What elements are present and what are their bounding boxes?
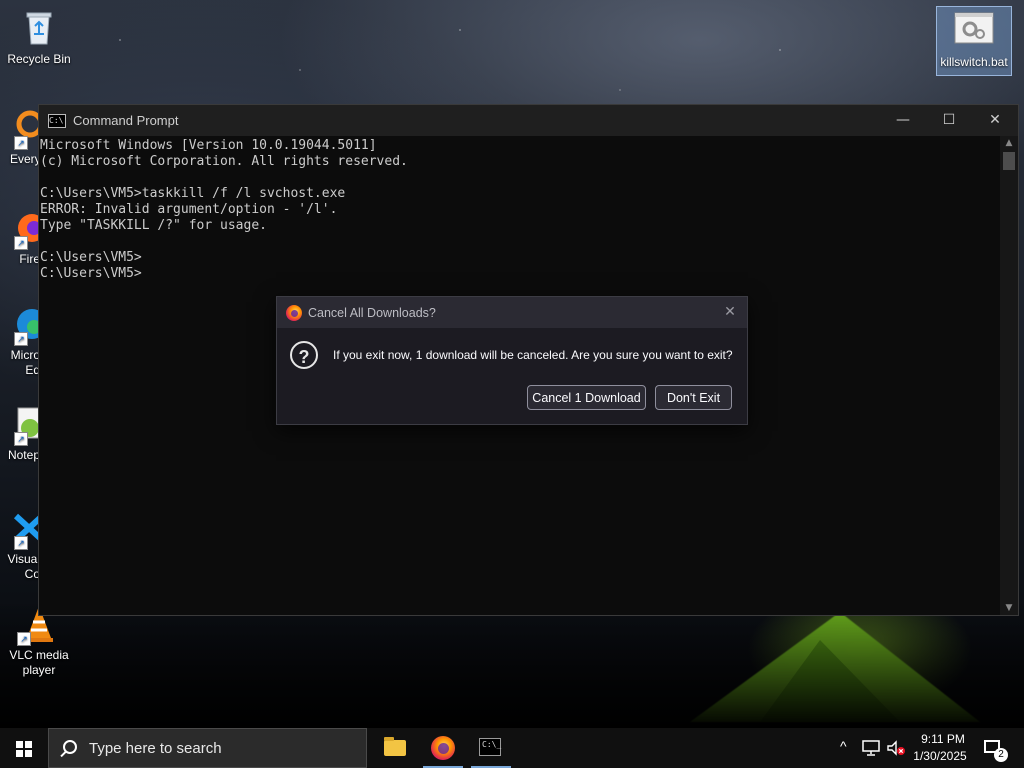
console-line: C:\Users\VM5>: [40, 250, 142, 265]
console-line: ERROR: Invalid argument/option - '/l'.: [40, 202, 338, 217]
scrollbar-thumb[interactable]: [1003, 152, 1015, 170]
cmd-icon: C:\_: [479, 738, 501, 756]
taskbar: Type here to search C:\_ ^ 9:11 PM 1/30/…: [0, 728, 1024, 768]
desktop-icon-killswitch-bat[interactable]: killswitch.bat: [936, 6, 1012, 76]
console-line: C:\Users\VM5>: [40, 266, 142, 281]
shortcut-arrow-icon: ↗: [14, 136, 28, 150]
dialog-close-button[interactable]: ✕: [721, 303, 739, 321]
desktop-icon-vscode[interactable]: ↗ Visual Co: [0, 508, 40, 582]
taskbar-file-explorer[interactable]: [371, 728, 419, 768]
dialog-title: Cancel All Downloads?: [308, 305, 436, 320]
cmd-app-icon: C:\: [48, 113, 66, 128]
shortcut-arrow-icon: ↗: [17, 632, 31, 646]
scroll-up-icon[interactable]: ▲: [1000, 136, 1018, 150]
desktop-icon-edge[interactable]: ↗ Micro Ed: [0, 304, 40, 378]
clock-time[interactable]: 9:11 PM: [913, 732, 973, 746]
desktop-icon-label: Every: [10, 152, 40, 166]
question-icon: ?: [290, 341, 318, 369]
console-line: Type "TASKKILL /?" for usage.: [40, 218, 267, 233]
everything-icon: ↗: [0, 108, 40, 150]
close-button[interactable]: ✕: [972, 105, 1018, 136]
shortcut-arrow-icon: ↗: [14, 236, 28, 250]
edge-icon: ↗: [0, 304, 40, 346]
network-icon[interactable]: [862, 740, 880, 768]
desktop-icon-label: VLC media player: [9, 648, 69, 677]
recycle-bin-icon: [19, 8, 59, 48]
taskbar-firefox[interactable]: [419, 728, 467, 768]
cmd-scrollbar[interactable]: ▲ ▼: [1000, 136, 1018, 615]
search-placeholder: Type here to search: [89, 740, 222, 757]
taskbar-command-prompt[interactable]: C:\_: [467, 728, 515, 768]
windows-logo-icon: [16, 741, 32, 757]
dialog-message: If you exit now, 1 download will be canc…: [333, 348, 733, 362]
console-line: C:\Users\VM5>taskkill /f /l svchost.exe: [40, 186, 346, 201]
notification-count-badge: 2: [994, 748, 1008, 762]
desktop-icon-label: Recycle Bin: [7, 52, 71, 66]
desktop-icon-notepad-plus[interactable]: ↗ Notep: [0, 404, 40, 463]
cmd-window-title: Command Prompt: [73, 113, 179, 128]
desktop-icon-recycle-bin[interactable]: Recycle Bin: [2, 8, 76, 67]
maximize-button[interactable]: ☐: [926, 105, 972, 136]
start-button[interactable]: [0, 728, 48, 768]
console-line: (c) Microsoft Corporation. All rights re…: [40, 154, 408, 169]
shortcut-arrow-icon: ↗: [14, 536, 28, 550]
wallpaper-treeline: [0, 600, 1024, 730]
search-icon: [63, 740, 77, 754]
console-line: Microsoft Windows [Version 10.0.19044.50…: [40, 138, 377, 153]
action-center-button[interactable]: 2: [980, 728, 1010, 768]
firefox-logo-icon: [286, 304, 302, 321]
firefox-icon: [431, 736, 455, 760]
cancel-download-button[interactable]: Cancel 1 Download: [527, 385, 646, 410]
vscode-icon: ↗: [0, 508, 40, 550]
notepad-plus-icon: ↗: [0, 404, 40, 446]
desktop-icon-label: Notep: [7, 448, 40, 462]
desktop-icon-firefox[interactable]: ↗ Fire: [0, 208, 40, 267]
volume-muted-icon[interactable]: [886, 740, 906, 768]
firefox-icon: ↗: [0, 208, 40, 250]
batch-file-icon: [954, 11, 994, 51]
clock-date[interactable]: 1/30/2025: [908, 749, 972, 763]
dialog-titlebar[interactable]: Cancel All Downloads? ✕: [277, 297, 747, 328]
desktop-icon-label: Fire: [19, 252, 40, 266]
desktop-icon-label: Micro Ed: [10, 348, 40, 377]
dont-exit-button[interactable]: Don't Exit: [655, 385, 732, 410]
cmd-titlebar[interactable]: C:\ Command Prompt — ☐ ✕: [39, 105, 1018, 136]
minimize-button[interactable]: —: [880, 105, 926, 136]
cancel-downloads-dialog[interactable]: Cancel All Downloads? ✕ ? If you exit no…: [276, 296, 748, 425]
show-hidden-icons-chevron-up-icon[interactable]: ^: [840, 738, 847, 768]
desktop-icon-everything[interactable]: ↗ Every: [0, 108, 40, 167]
taskbar-search-box[interactable]: Type here to search: [48, 728, 367, 768]
desktop-icon-label: Visual Co: [7, 552, 40, 581]
shortcut-arrow-icon: ↗: [14, 332, 28, 346]
shortcut-arrow-icon: ↗: [14, 432, 28, 446]
folder-icon: [384, 737, 406, 756]
desktop-icon-label: killswitch.bat: [940, 55, 1008, 69]
scroll-down-icon[interactable]: ▼: [1000, 601, 1018, 615]
